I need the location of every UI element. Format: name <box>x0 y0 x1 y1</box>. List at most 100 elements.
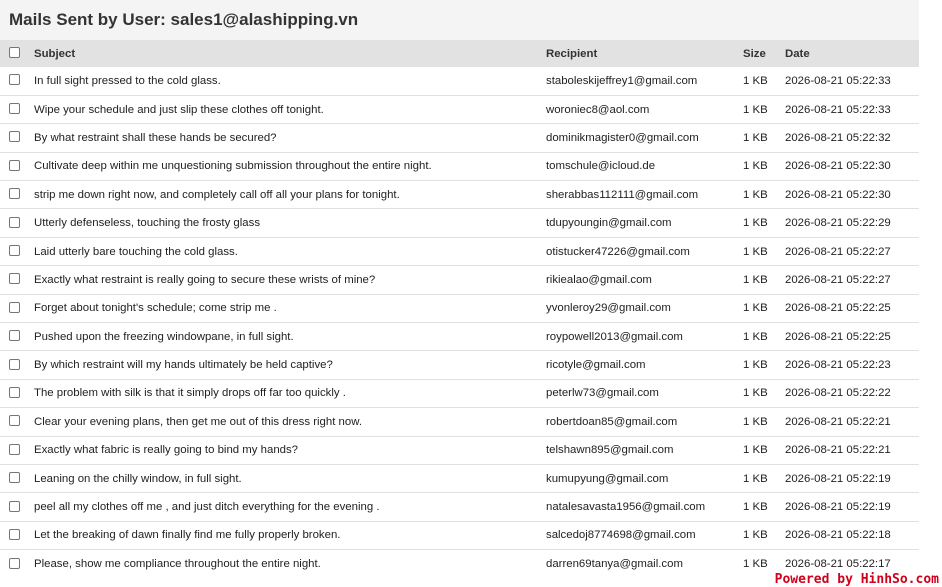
table-row[interactable]: Leaning on the chilly window, in full si… <box>0 464 919 494</box>
row-select-cell[interactable] <box>0 265 28 295</box>
row-select-cell[interactable] <box>0 407 28 437</box>
row-select-cell[interactable] <box>0 95 28 125</box>
table-row[interactable]: Laid utterly bare touching the cold glas… <box>0 237 919 267</box>
row-subject[interactable]: Pushed upon the freezing windowpane, in … <box>28 322 540 352</box>
row-checkbox[interactable] <box>9 188 20 200</box>
row-select-cell[interactable] <box>0 492 28 522</box>
row-subject[interactable]: In full sight pressed to the cold glass. <box>28 67 540 96</box>
row-size: 1 KB <box>743 208 785 238</box>
row-recipient: otistucker47226@gmail.com <box>540 237 743 267</box>
row-size: 1 KB <box>743 322 785 352</box>
row-size: 1 KB <box>743 464 785 494</box>
row-subject[interactable]: Leaning on the chilly window, in full si… <box>28 464 540 494</box>
row-recipient: dominikmagister0@gmail.com <box>540 123 743 153</box>
row-subject[interactable]: Wipe your schedule and just slip these c… <box>28 95 540 125</box>
row-select-cell[interactable] <box>0 180 28 210</box>
row-checkbox[interactable] <box>9 330 20 342</box>
table-row[interactable]: Forget about tonight's schedule; come st… <box>0 294 919 324</box>
table-row[interactable]: Exactly what restraint is really going t… <box>0 265 919 295</box>
row-checkbox[interactable] <box>9 500 20 512</box>
row-recipient: rikiealao@gmail.com <box>540 265 743 295</box>
header-subject[interactable]: Subject <box>28 40 540 67</box>
header-recipient[interactable]: Recipient <box>540 40 743 67</box>
row-select-cell[interactable] <box>0 550 28 578</box>
row-select-cell[interactable] <box>0 208 28 238</box>
row-checkbox[interactable] <box>9 557 20 569</box>
row-subject[interactable]: Please, show me compliance throughout th… <box>28 550 540 578</box>
row-subject[interactable]: strip me down right now, and completely … <box>28 180 540 210</box>
row-subject[interactable]: The problem with silk is that it simply … <box>28 379 540 409</box>
row-date: 2026-08-21 05:22:33 <box>785 67 919 96</box>
row-select-cell[interactable] <box>0 379 28 409</box>
row-checkbox[interactable] <box>9 443 20 455</box>
powered-by-brand[interactable]: Powered by HinhSo.com <box>773 573 940 587</box>
row-recipient: darren69tanya@gmail.com <box>546 558 683 571</box>
row-subject[interactable]: Laid utterly bare touching the cold glas… <box>28 237 540 267</box>
row-recipient: tomschule@icloud.de <box>540 152 743 182</box>
row-subject[interactable]: By which restraint will my hands ultimat… <box>28 350 540 380</box>
table-row[interactable]: In full sight pressed to the cold glass.… <box>0 67 919 96</box>
row-select-cell[interactable] <box>0 152 28 182</box>
row-recipient: roypowell2013@gmail.com <box>540 322 743 352</box>
row-select-cell[interactable] <box>0 322 28 352</box>
row-checkbox[interactable] <box>9 273 20 285</box>
row-date: 2026-08-21 05:22:22 <box>785 379 919 409</box>
row-subject[interactable]: Exactly what fabric is really going to b… <box>28 436 540 465</box>
header-date[interactable]: Date <box>785 40 919 67</box>
row-subject[interactable]: Forget about tonight's schedule; come st… <box>28 294 540 324</box>
row-size: 1 KB <box>743 265 785 295</box>
row-recipient: robertdoan85@gmail.com <box>540 407 743 437</box>
table-row[interactable]: By which restraint will my hands ultimat… <box>0 350 919 380</box>
row-select-cell[interactable] <box>0 294 28 324</box>
row-checkbox[interactable] <box>9 131 20 143</box>
row-checkbox[interactable] <box>9 74 20 86</box>
row-checkbox[interactable] <box>9 415 20 427</box>
row-checkbox[interactable] <box>9 528 20 540</box>
row-size: 1 KB <box>743 67 785 96</box>
row-checkbox[interactable] <box>9 386 20 398</box>
select-all-checkbox[interactable] <box>9 46 20 58</box>
row-subject[interactable]: Cultivate deep within me unquestioning s… <box>28 152 540 182</box>
row-select-cell[interactable] <box>0 464 28 494</box>
row-subject[interactable]: Let the breaking of dawn finally find me… <box>28 521 540 551</box>
row-subject[interactable]: peel all my clothes off me , and just di… <box>28 492 540 522</box>
row-checkbox[interactable] <box>9 103 20 115</box>
row-checkbox[interactable] <box>9 159 20 171</box>
row-date: 2026-08-21 05:22:21 <box>785 407 919 437</box>
table-row[interactable]: Wipe your schedule and just slip these c… <box>0 95 919 125</box>
row-select-cell[interactable] <box>0 67 28 96</box>
header-select-all[interactable] <box>0 40 28 67</box>
row-checkbox[interactable] <box>9 472 20 484</box>
row-subject[interactable]: Utterly defenseless, touching the frosty… <box>28 208 540 238</box>
table-row[interactable]: Pushed upon the freezing windowpane, in … <box>0 322 919 352</box>
table-row[interactable]: Utterly defenseless, touching the frosty… <box>0 208 919 238</box>
row-subject[interactable]: Exactly what restraint is really going t… <box>28 265 540 295</box>
row-recipient: peterlw73@gmail.com <box>540 379 743 409</box>
row-checkbox[interactable] <box>9 245 20 257</box>
row-size: 1 KB <box>743 95 785 125</box>
row-select-cell[interactable] <box>0 521 28 551</box>
row-size: 1 KB <box>743 237 785 267</box>
table-row[interactable]: Cultivate deep within me unquestioning s… <box>0 152 919 182</box>
table-row[interactable]: The problem with silk is that it simply … <box>0 379 919 409</box>
row-checkbox[interactable] <box>9 216 20 228</box>
row-select-cell[interactable] <box>0 436 28 465</box>
row-recipient: yvonleroy29@gmail.com <box>540 294 743 324</box>
row-checkbox[interactable] <box>9 358 20 370</box>
table-row[interactable]: Let the breaking of dawn finally find me… <box>0 521 919 551</box>
table-row[interactable]: Exactly what fabric is really going to b… <box>0 436 919 465</box>
row-select-cell[interactable] <box>0 123 28 153</box>
row-checkbox[interactable] <box>9 301 20 313</box>
row-recipient: sherabbas112111@gmail.com <box>540 180 743 210</box>
row-select-cell[interactable] <box>0 237 28 267</box>
table-row[interactable]: peel all my clothes off me , and just di… <box>0 492 919 522</box>
row-subject[interactable]: By what restraint shall these hands be s… <box>28 123 540 153</box>
row-subject[interactable]: Clear your evening plans, then get me ou… <box>28 407 540 437</box>
row-select-cell[interactable] <box>0 350 28 380</box>
header-size[interactable]: Size <box>743 40 785 67</box>
table-row[interactable]: By what restraint shall these hands be s… <box>0 123 919 153</box>
mail-panel: Mails Sent by User: sales1@alashipping.v… <box>0 0 919 587</box>
row-size: 1 KB <box>743 492 785 522</box>
table-row[interactable]: strip me down right now, and completely … <box>0 180 919 210</box>
table-row[interactable]: Clear your evening plans, then get me ou… <box>0 407 919 437</box>
